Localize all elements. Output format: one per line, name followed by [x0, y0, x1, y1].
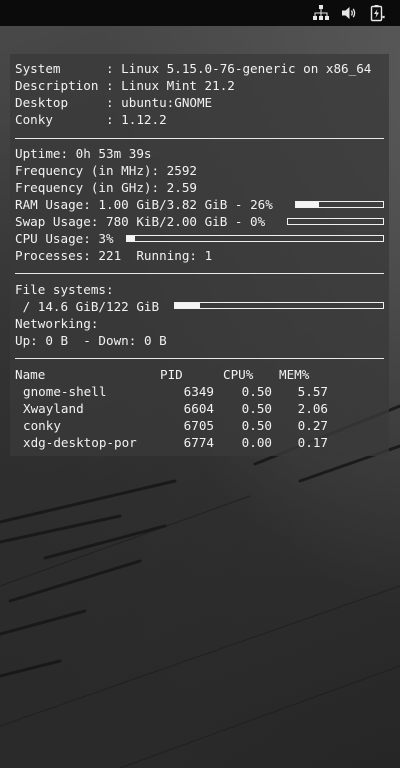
divider [15, 273, 384, 274]
desktop-value: ubuntu:GNOME [121, 95, 213, 110]
uptime-row: Uptime: 0h 53m 39s [15, 145, 152, 162]
cpu-usage-row: CPU Usage: 3% [15, 230, 114, 247]
running-label: Running: [136, 248, 198, 263]
networking-heading: Networking: [15, 316, 99, 331]
description-row: Description : Linux Mint 21.2 [15, 78, 235, 93]
upload-label: Up: [15, 333, 38, 348]
cpu-usage-label: CPU Usage: [15, 231, 91, 246]
conky-label: Conky [15, 112, 99, 127]
conky-row: Conky : 1.12.2 [15, 112, 167, 127]
column-header-mem: MEM% [279, 367, 310, 382]
column-header-pid: PID [160, 367, 183, 382]
conky-value: 1.12.2 [121, 112, 167, 127]
download-label: - Down: [83, 333, 137, 348]
root-filesystem-bar-fill [175, 303, 200, 308]
top-panel [0, 0, 400, 26]
process-pid: 6604 [183, 401, 214, 416]
system-tray [312, 4, 386, 22]
desktop-row: Desktop : ubuntu:GNOME [15, 95, 213, 110]
process-mem: 2.06 [297, 401, 328, 416]
divider [15, 138, 384, 139]
conky-panel: System : Linux 5.15.0-76-generic on x86_… [10, 54, 389, 456]
ram-usage-bar [295, 201, 384, 208]
processes-label: Processes: [15, 248, 91, 263]
processes-value: 221 [98, 248, 122, 263]
ram-usage-label: RAM Usage: [15, 197, 91, 212]
process-name: Xwayland [23, 401, 84, 416]
column-header-cpu: CPU% [223, 367, 254, 382]
network-wired-icon[interactable] [312, 4, 330, 22]
system-row: System : Linux 5.15.0-76-generic on x86_… [15, 61, 372, 76]
frequency-mhz-label: Frequency (in MHz): [15, 163, 160, 178]
network-traffic-row: Up: 0 B - Down: 0 B [15, 332, 167, 349]
swap-usage-value: 780 KiB/2.00 GiB - 0% [106, 214, 266, 229]
process-name: xdg-desktop-por [23, 435, 137, 450]
swap-usage-label: Swap Usage: [15, 214, 99, 229]
process-mem: 0.27 [297, 418, 328, 433]
volume-icon[interactable] [340, 4, 358, 22]
frequency-ghz-label: Frequency (in GHz): [15, 180, 160, 195]
frequency-mhz-row: Frequency (in MHz): 2592 [15, 162, 197, 179]
swap-usage-row: Swap Usage: 780 KiB/2.00 GiB - 0% [15, 213, 265, 230]
frequency-ghz-value: 2.59 [166, 180, 197, 195]
uptime-value: 0h 53m 39s [75, 146, 152, 161]
running-value: 1 [204, 248, 213, 263]
cpu-usage-value: 3% [98, 231, 114, 246]
file-systems-heading: File systems: [15, 282, 114, 297]
process-mem: 0.17 [297, 435, 328, 450]
cpu-usage-bar [126, 235, 384, 242]
system-label: System [15, 61, 99, 76]
ram-usage-value: 1.00 GiB/3.82 GiB - 26% [98, 197, 273, 212]
process-mem: 5.57 [297, 384, 328, 399]
process-cpu: 0.00 [241, 435, 272, 450]
description-label: Description [15, 78, 99, 93]
root-filesystem-row: / 14.6 GiB/122 GiB [15, 298, 159, 315]
process-pid: 6705 [183, 418, 214, 433]
uptime-label: Uptime: [15, 146, 69, 161]
root-filesystem-bar [174, 302, 384, 309]
description-value: Linux Mint 21.2 [121, 78, 235, 93]
upload-value: 0 B [45, 333, 69, 348]
root-filesystem-value: / 14.6 GiB/122 GiB [15, 299, 160, 314]
cpu-usage-bar-fill [127, 236, 135, 241]
battery-charging-icon[interactable] [368, 4, 386, 22]
processes-row: Processes: 221 Running: 1 [15, 247, 212, 264]
desktop-label: Desktop [15, 95, 99, 110]
column-header-name: Name [15, 367, 46, 382]
ram-usage-row: RAM Usage: 1.00 GiB/3.82 GiB - 26% [15, 196, 273, 213]
process-name: conky [23, 418, 61, 433]
frequency-mhz-value: 2592 [166, 163, 197, 178]
process-pid: 6774 [183, 435, 214, 450]
process-cpu: 0.50 [241, 384, 272, 399]
ram-usage-bar-fill [296, 202, 319, 207]
divider [15, 358, 384, 359]
swap-usage-bar [287, 218, 384, 225]
system-value: Linux 5.15.0-76-generic on x86_64 [121, 61, 372, 76]
process-pid: 6349 [183, 384, 214, 399]
process-cpu: 0.50 [241, 401, 272, 416]
process-cpu: 0.50 [241, 418, 272, 433]
process-name: gnome-shell [23, 384, 107, 399]
download-value: 0 B [143, 333, 167, 348]
frequency-ghz-row: Frequency (in GHz): 2.59 [15, 179, 197, 196]
